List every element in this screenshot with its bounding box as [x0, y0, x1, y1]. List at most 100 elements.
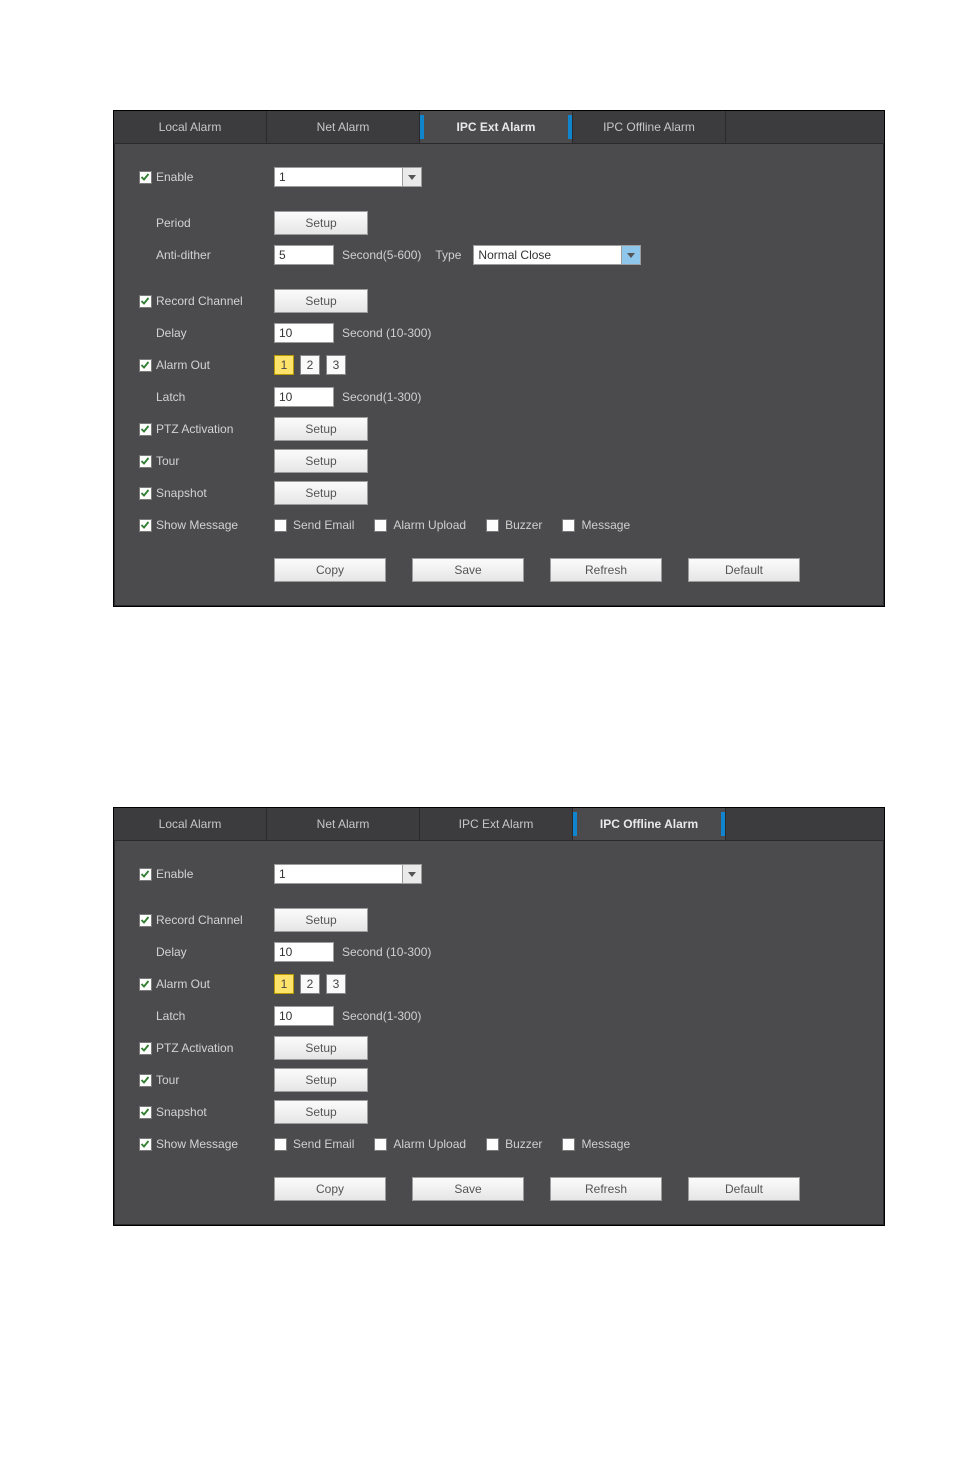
- ptz-setup-button[interactable]: Setup: [274, 417, 368, 441]
- tour-label: Tour: [156, 454, 179, 468]
- alarm-upload-label: Alarm Upload: [393, 1137, 466, 1151]
- alarm-upload-label: Alarm Upload: [393, 518, 466, 532]
- delay-label: Delay: [156, 326, 187, 340]
- period-label: Period: [156, 216, 191, 230]
- enable-label: Enable: [156, 170, 193, 184]
- channel-select[interactable]: 1: [274, 864, 422, 884]
- delay-input[interactable]: [274, 323, 334, 343]
- record-channel-checkbox[interactable]: [139, 295, 152, 308]
- anti-dither-input[interactable]: [274, 245, 334, 265]
- tab-bar: Local Alarm Net Alarm IPC Ext AlarmIPC Off…: [114, 808, 884, 841]
- tab-local-alarm[interactable]: Local Alarm: [114, 111, 267, 143]
- period-setup-button[interactable]: Setup: [274, 211, 368, 235]
- default-button[interactable]: Default: [688, 1177, 800, 1201]
- refresh-button[interactable]: Refresh: [550, 1177, 662, 1201]
- dropdown-icon: [402, 168, 421, 186]
- send-email-checkbox[interactable]: [274, 1138, 287, 1151]
- latch-unit: Second(1-300): [342, 390, 421, 404]
- record-channel-label: Record Channel: [156, 913, 243, 927]
- buzzer-checkbox[interactable]: [486, 1138, 499, 1151]
- ptz-activation-checkbox[interactable]: [139, 423, 152, 436]
- show-message-label: Show Message: [156, 518, 238, 532]
- tour-setup-button[interactable]: Setup: [274, 449, 368, 473]
- copy-button[interactable]: Copy: [274, 558, 386, 582]
- alarm-out-chip-2[interactable]: 2: [300, 355, 320, 375]
- alarm-settings-panel: Local Alarm Net Alarm IPC Ext AlarmIPC Off…: [113, 807, 885, 1226]
- buzzer-label: Buzzer: [505, 518, 542, 532]
- alarm-out-chip-3[interactable]: 3: [326, 974, 346, 994]
- snapshot-setup-button[interactable]: Setup: [274, 481, 368, 505]
- ptz-activation-label: PTZ Activation: [156, 1041, 233, 1055]
- record-channel-checkbox[interactable]: [139, 914, 152, 927]
- ptz-activation-checkbox[interactable]: [139, 1042, 152, 1055]
- save-button[interactable]: Save: [412, 558, 524, 582]
- delay-label: Delay: [156, 945, 187, 959]
- default-button[interactable]: Default: [688, 558, 800, 582]
- tab-ipc-offline-alarm[interactable]: IPC Offline Alarm: [573, 808, 726, 840]
- tab-label: Net Alarm: [317, 817, 370, 831]
- alarm-out-checkbox[interactable]: [139, 359, 152, 372]
- buzzer-checkbox[interactable]: [486, 519, 499, 532]
- record-channel-setup-button[interactable]: Setup: [274, 908, 368, 932]
- copy-button[interactable]: Copy: [274, 1177, 386, 1201]
- save-button[interactable]: Save: [412, 1177, 524, 1201]
- alarm-settings-panel: Local Alarm Net Alarm IPC Ext Alarm IPC Off…: [113, 110, 885, 607]
- snapshot-checkbox[interactable]: [139, 1106, 152, 1119]
- tab-net-alarm[interactable]: Net Alarm: [267, 808, 420, 840]
- anti-dither-unit: Second(5-600): [342, 248, 421, 262]
- alarm-upload-checkbox[interactable]: [374, 1138, 387, 1151]
- record-channel-setup-button[interactable]: Setup: [274, 289, 368, 313]
- message-checkbox[interactable]: [562, 1138, 575, 1151]
- delay-input[interactable]: [274, 942, 334, 962]
- tab-local-alarm[interactable]: Local Alarm: [114, 808, 267, 840]
- dropdown-icon: [621, 246, 640, 264]
- tab-ipc-offline-alarm[interactable]: IPC Offline Alarm: [573, 111, 726, 143]
- tab-net-alarm[interactable]: Net Alarm: [267, 111, 420, 143]
- message-checkbox[interactable]: [562, 519, 575, 532]
- channel-select-value: 1: [275, 170, 402, 184]
- latch-unit: Second(1-300): [342, 1009, 421, 1023]
- enable-checkbox[interactable]: [139, 868, 152, 881]
- tab-ipc-ext-alarm[interactable]: IPC Ext Alarm: [420, 808, 573, 840]
- delay-unit: Second (10-300): [342, 945, 431, 959]
- alarm-out-chip-3[interactable]: 3: [326, 355, 346, 375]
- message-label: Message: [581, 1137, 630, 1151]
- type-select[interactable]: Normal Close: [473, 245, 641, 265]
- latch-label: Latch: [156, 1009, 185, 1023]
- enable-checkbox[interactable]: [139, 171, 152, 184]
- tab-label: IPC Offline Alarm: [603, 120, 695, 134]
- alarm-out-chip-1[interactable]: 1: [274, 355, 294, 375]
- latch-input[interactable]: [274, 1006, 334, 1026]
- alarm-out-checkbox[interactable]: [139, 978, 152, 991]
- tour-checkbox[interactable]: [139, 455, 152, 468]
- refresh-button[interactable]: Refresh: [550, 558, 662, 582]
- message-label: Message: [581, 518, 630, 532]
- tab-label: Net Alarm: [317, 120, 370, 134]
- tour-checkbox[interactable]: [139, 1074, 152, 1087]
- alarm-out-chip-1[interactable]: 1: [274, 974, 294, 994]
- show-message-label: Show Message: [156, 1137, 238, 1151]
- show-message-checkbox[interactable]: [139, 519, 152, 532]
- latch-label: Latch: [156, 390, 185, 404]
- snapshot-label: Snapshot: [156, 1105, 207, 1119]
- alarm-out-chip-2[interactable]: 2: [300, 974, 320, 994]
- channel-select[interactable]: 1: [274, 167, 422, 187]
- snapshot-checkbox[interactable]: [139, 487, 152, 500]
- tab-label: Local Alarm: [159, 817, 222, 831]
- latch-input[interactable]: [274, 387, 334, 407]
- channel-select-value: 1: [275, 867, 402, 881]
- dropdown-icon: [402, 865, 421, 883]
- enable-label: Enable: [156, 867, 193, 881]
- send-email-checkbox[interactable]: [274, 519, 287, 532]
- tour-label: Tour: [156, 1073, 179, 1087]
- tab-label: IPC Ext Alarm: [457, 120, 536, 134]
- tour-setup-button[interactable]: Setup: [274, 1068, 368, 1092]
- type-select-value: Normal Close: [474, 248, 621, 262]
- show-message-checkbox[interactable]: [139, 1138, 152, 1151]
- ptz-setup-button[interactable]: Setup: [274, 1036, 368, 1060]
- snapshot-label: Snapshot: [156, 486, 207, 500]
- tab-ipc-ext-alarm[interactable]: IPC Ext Alarm: [420, 111, 573, 143]
- send-email-label: Send Email: [293, 1137, 354, 1151]
- alarm-upload-checkbox[interactable]: [374, 519, 387, 532]
- snapshot-setup-button[interactable]: Setup: [274, 1100, 368, 1124]
